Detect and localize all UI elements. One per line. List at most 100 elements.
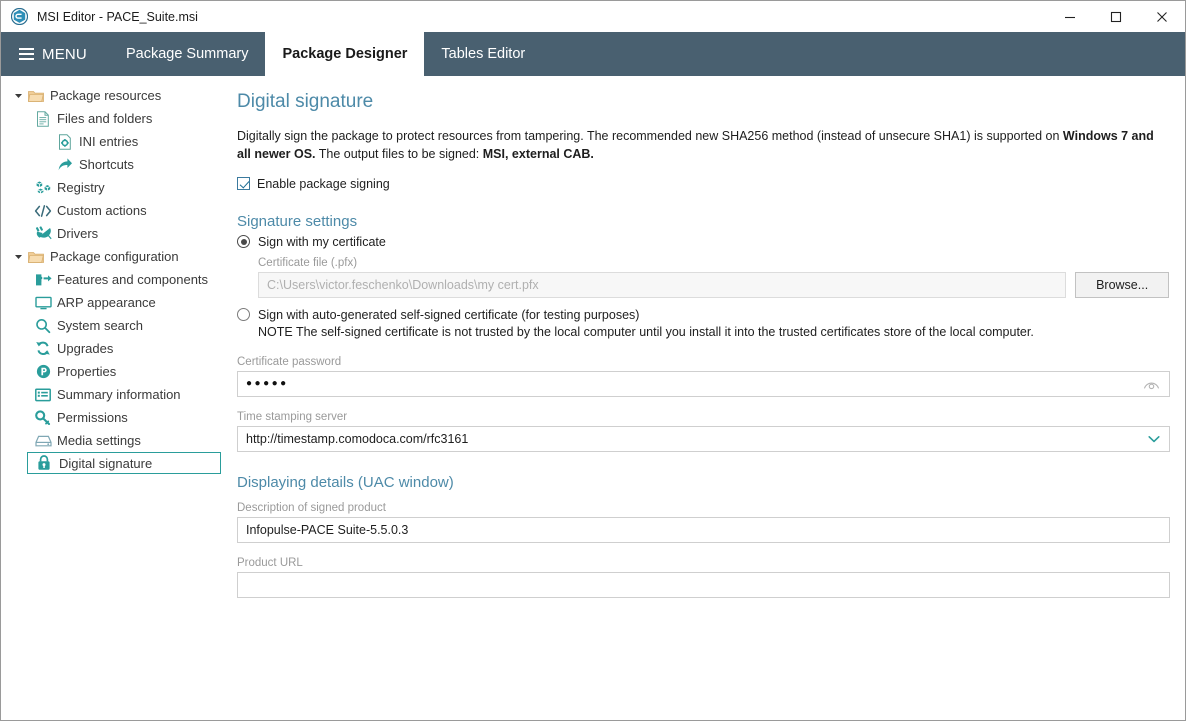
window-controls: [1047, 1, 1185, 32]
sidebar-item-label: Custom actions: [57, 203, 147, 218]
browse-button[interactable]: Browse...: [1075, 271, 1169, 298]
sidebar-item-files-and-folders[interactable]: Files and folders: [1, 107, 221, 130]
tab-package-summary[interactable]: Package Summary: [109, 32, 266, 76]
certificate-file-input[interactable]: C:\Users\victor.feschenko\Downloads\my c…: [258, 271, 1067, 298]
tab-tables-editor-label: Tables Editor: [441, 46, 526, 62]
certificate-file-label: Certificate file (.pfx): [258, 256, 358, 269]
maximize-button[interactable]: [1093, 1, 1139, 32]
tab-package-summary-label: Package Summary: [125, 46, 249, 62]
page-title: Digital signature: [237, 91, 374, 112]
code-brackets-icon: [33, 204, 53, 218]
sidebar-item-arp-appearance[interactable]: ARP appearance: [1, 291, 221, 314]
monitor-icon: [33, 296, 53, 310]
minimize-button[interactable]: [1047, 1, 1093, 32]
sidebar-item-label: Files and folders: [57, 111, 153, 126]
certificate-password-value: ●●●●●: [246, 377, 289, 389]
certificate-password-input[interactable]: ●●●●●: [237, 370, 1170, 397]
sidebar-item-label: Drivers: [57, 226, 99, 241]
close-button[interactable]: [1139, 1, 1185, 32]
hamburger-icon: [19, 48, 34, 60]
sidebar-item-label: ARP appearance: [57, 295, 156, 310]
magnifier-icon: [33, 318, 53, 334]
sidebar-item-label: INI entries: [79, 134, 139, 149]
tab-package-designer-label: Package Designer: [282, 46, 408, 62]
product-url-input[interactable]: [237, 571, 1170, 598]
menu-button-label: MENU: [42, 45, 87, 63]
product-url-label: Product URL: [237, 556, 303, 569]
certificate-file-block: Certificate file (.pfx) C:\Users\victor.…: [258, 257, 1169, 298]
sidebar-item-label: Digital signature: [59, 455, 153, 471]
sign-with-self-signed-row[interactable]: Sign with auto-generated self-signed cer…: [237, 308, 1169, 322]
folder-icon: [26, 250, 46, 264]
timestamp-server-combobox[interactable]: http://timestamp.comodoca.com/rfc3161: [237, 425, 1170, 452]
expand-caret-icon[interactable]: [11, 252, 26, 261]
app-logo-icon: [10, 7, 29, 26]
sidebar-item-package-configuration[interactable]: Package configuration: [1, 245, 221, 268]
description-bold-2: MSI, external CAB.: [482, 146, 594, 161]
registry-blocks-icon: [33, 180, 53, 195]
tab-tables-editor[interactable]: Tables Editor: [424, 32, 542, 76]
product-url-block: Product URL: [237, 556, 1170, 598]
folder-icon: [26, 89, 46, 103]
certificate-password-label: Certificate password: [237, 355, 342, 368]
chevron-down-icon[interactable]: [1148, 435, 1160, 443]
sign-with-self-signed-radio[interactable]: [237, 308, 250, 322]
self-signed-note: NOTE The self-signed certificate is not …: [258, 324, 1034, 339]
enable-package-signing-label: Enable package signing: [257, 176, 390, 191]
sidebar-item-label: Package resources: [50, 88, 162, 103]
timestamp-server-label: Time stamping server: [237, 410, 348, 423]
eye-icon[interactable]: [1143, 378, 1160, 390]
page-description: Digitally sign the package to protect re…: [237, 127, 1169, 163]
sidebar-item-upgrades[interactable]: Upgrades: [1, 337, 221, 360]
sidebar-item-media-settings[interactable]: Media settings: [1, 429, 221, 452]
certificate-password-block: Certificate password ●●●●●: [237, 355, 1170, 397]
sidebar-item-label: Properties: [57, 364, 117, 379]
sidebar-item-label: Media settings: [57, 433, 141, 448]
disk-drive-icon: [33, 434, 53, 448]
certificate-file-row: C:\Users\victor.feschenko\Downloads\my c…: [258, 271, 1169, 298]
sidebar-item-package-resources[interactable]: Package resources: [1, 84, 221, 107]
signature-settings-heading: Signature settings: [237, 212, 358, 230]
body-split: Package resources Files and folders INI …: [1, 76, 1185, 720]
shortcut-arrow-icon: [55, 157, 75, 172]
sidebar-item-ini-entries[interactable]: INI entries: [1, 130, 221, 153]
menu-button[interactable]: MENU: [1, 32, 109, 76]
list-panel-icon: [33, 387, 53, 402]
sidebar-item-permissions[interactable]: Permissions: [1, 406, 221, 429]
sidebar-item-label: Shortcuts: [79, 157, 134, 172]
sidebar-item-features-and-components[interactable]: Features and components: [1, 268, 221, 291]
key-icon: [33, 410, 53, 425]
product-description-input[interactable]: Infopulse-PACE Suite-5.5.0.3: [237, 516, 1170, 543]
sidebar-item-registry[interactable]: Registry: [1, 176, 221, 199]
tab-package-designer[interactable]: Package Designer: [265, 32, 425, 76]
p-circle-icon: [33, 364, 53, 379]
refresh-circle-icon: [33, 341, 53, 356]
sign-with-my-certificate-label: Sign with my certificate: [258, 234, 386, 249]
plug-icon: [33, 226, 53, 241]
document-icon: [33, 110, 53, 127]
window-title: MSI Editor - PACE_Suite.msi: [37, 9, 198, 24]
ini-file-icon: [55, 133, 75, 150]
sidebar-item-shortcuts[interactable]: Shortcuts: [1, 153, 221, 176]
sidebar-item-label: System search: [57, 318, 143, 333]
timestamp-server-value: http://timestamp.comodoca.com/rfc3161: [246, 431, 469, 446]
sidebar-item-system-search[interactable]: System search: [1, 314, 221, 337]
sidebar-item-properties[interactable]: Properties: [1, 360, 221, 383]
sidebar-item-label: Permissions: [57, 410, 128, 425]
sign-with-my-certificate-radio[interactable]: [237, 235, 250, 249]
sidebar-item-digital-signature[interactable]: Digital signature: [27, 452, 221, 474]
sidebar-item-summary-information[interactable]: Summary information: [1, 383, 221, 406]
product-description-block: Description of signed product Infopulse-…: [237, 501, 1170, 543]
title-bar-left: MSI Editor - PACE_Suite.msi: [1, 7, 198, 26]
enable-package-signing-checkbox[interactable]: [237, 177, 250, 191]
msi-editor-window: MSI Editor - PACE_Suite.msi MENU Package…: [0, 0, 1186, 721]
sign-with-my-certificate-row[interactable]: Sign with my certificate: [237, 235, 1169, 249]
puzzle-piece-icon: [33, 273, 53, 287]
sidebar-item-label: Summary information: [57, 387, 181, 402]
enable-package-signing-row[interactable]: Enable package signing: [237, 177, 1169, 191]
sidebar-item-custom-actions[interactable]: Custom actions: [1, 199, 221, 222]
description-text-2: The output files to be signed:: [315, 146, 483, 161]
sidebar-item-drivers[interactable]: Drivers: [1, 222, 221, 245]
expand-caret-icon[interactable]: [11, 91, 26, 100]
product-description-label: Description of signed product: [237, 501, 386, 514]
